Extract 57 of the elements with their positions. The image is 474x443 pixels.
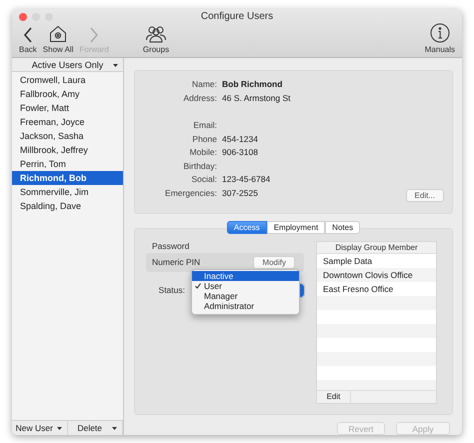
edit-button[interactable]: Edit... xyxy=(406,188,444,202)
caret-icon xyxy=(113,64,118,66)
field-label: Phone xyxy=(191,132,217,146)
field-label: Address: xyxy=(182,92,217,104)
toolbar-button[interactable]: Back xyxy=(16,27,40,57)
footer-button[interactable]: Delete xyxy=(68,421,123,435)
pin-label: Numeric PIN xyxy=(152,257,200,268)
forward-icon xyxy=(89,27,100,43)
toolbar-button[interactable]: Show All xyxy=(40,25,76,57)
field-label: Email: xyxy=(192,119,217,132)
menu-item[interactable]: User xyxy=(192,280,299,291)
field-label: Social: xyxy=(190,173,217,186)
field-value: 906-3108 xyxy=(222,146,258,159)
column-header: Display Group Member xyxy=(317,242,436,254)
menu-item[interactable]: Manager xyxy=(192,290,299,301)
field-value: 454-1234 xyxy=(222,132,258,146)
close-button[interactable] xyxy=(19,13,27,21)
status-label: Status: xyxy=(158,285,185,296)
tab[interactable]: Notes xyxy=(325,220,360,234)
menu-item[interactable]: Administrator xyxy=(192,300,299,311)
tab[interactable]: Access xyxy=(226,220,267,234)
field-label: Name: xyxy=(190,78,217,91)
field-value: Bob Richmond xyxy=(222,78,282,91)
field-label: Emergencies: xyxy=(164,186,217,200)
user-list-item[interactable]: Richmond, Bob xyxy=(12,171,123,185)
user-list-item[interactable]: Fallbrook, Amy xyxy=(12,87,123,101)
user-list-item[interactable]: Spalding, Dave xyxy=(12,199,123,213)
modify-button[interactable]: Modify xyxy=(253,256,295,269)
field-value: 46 S. Armstong St xyxy=(222,92,291,105)
field-value: 123-45-6784 xyxy=(222,173,270,186)
info-icon xyxy=(430,23,450,43)
window-title: Configure Users xyxy=(200,10,274,22)
password-heading: Password xyxy=(151,240,190,251)
toolbar-button[interactable]: Manuals xyxy=(422,23,458,57)
back-icon xyxy=(22,27,33,43)
toolbar-button[interactable]: Groups xyxy=(140,25,172,57)
field-label: Birthday: xyxy=(182,160,217,173)
field-value: 307-2525 xyxy=(222,186,258,200)
field-label: Mobile: xyxy=(188,146,217,159)
user-list-item[interactable]: Millbrook, Jeffrey xyxy=(12,143,123,157)
user-list-item[interactable]: Cromwell, Laura xyxy=(12,73,123,87)
caret-icon xyxy=(112,427,117,430)
menu-item[interactable]: Inactive xyxy=(192,270,299,281)
user-list-item[interactable]: Perrin, Tom xyxy=(12,157,123,171)
table-row[interactable]: East Fresno Office xyxy=(317,282,436,296)
filter-dropdown[interactable]: Active Users Only xyxy=(12,58,123,72)
table-row[interactable]: Sample Data xyxy=(317,254,436,268)
user-list-item[interactable]: Jackson, Sasha xyxy=(12,129,123,143)
user-list-item[interactable]: Fowler, Matt xyxy=(12,101,123,115)
user-list-item[interactable]: Sommerville, Jim xyxy=(12,185,123,199)
house-gear-icon xyxy=(49,25,68,43)
table-row[interactable]: Downtown Clovis Office xyxy=(317,268,436,282)
people-icon xyxy=(144,25,167,43)
tab[interactable]: Employment xyxy=(266,220,326,234)
footer-button[interactable]: New User xyxy=(12,421,68,435)
caret-icon xyxy=(56,427,62,430)
user-list-item[interactable]: Freeman, Joyce xyxy=(12,115,123,129)
